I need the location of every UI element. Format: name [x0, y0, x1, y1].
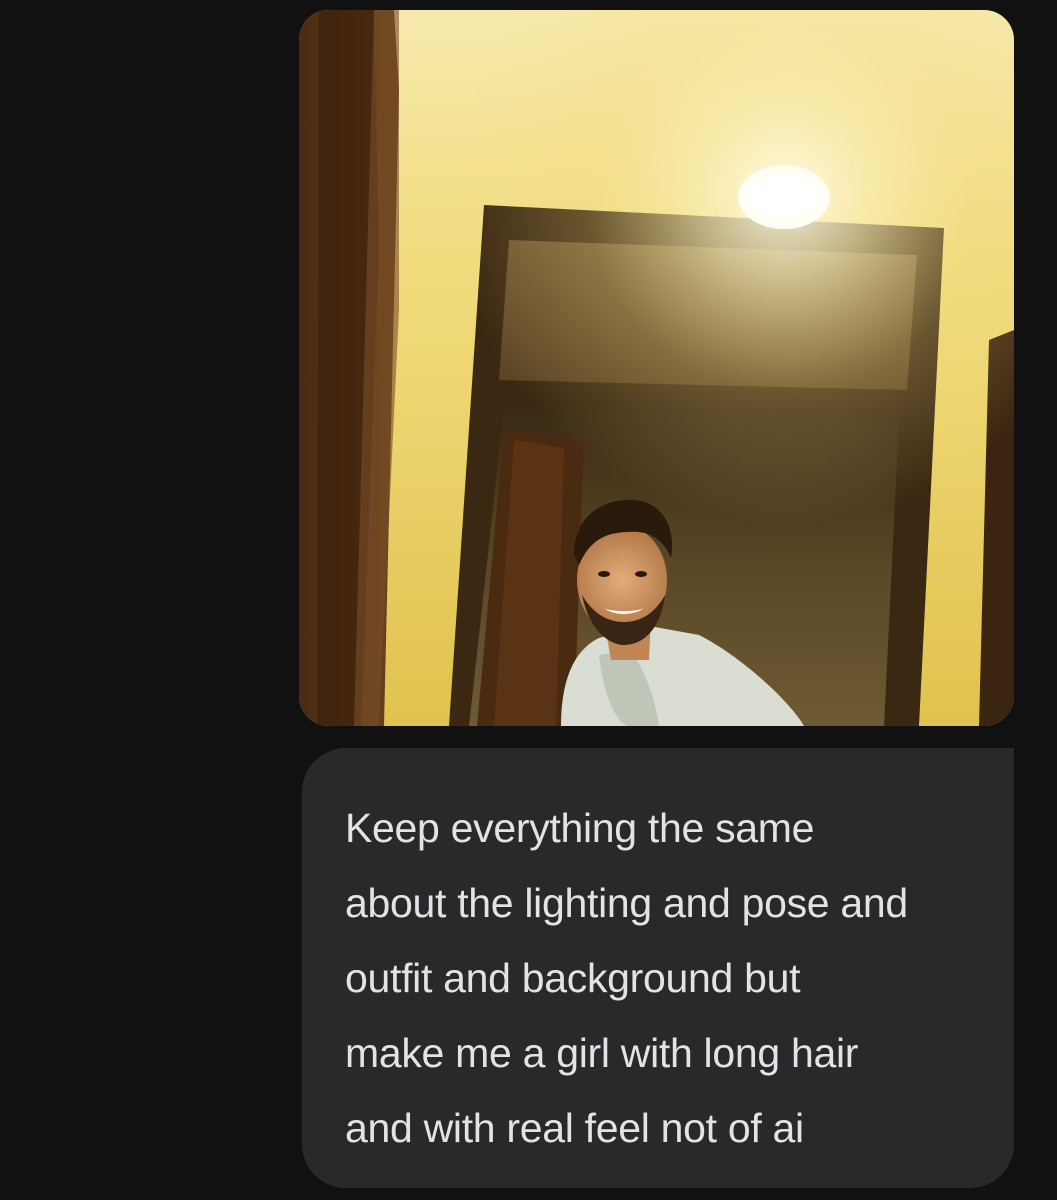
chat-thread: Keep everything the same about the light…	[0, 0, 1057, 1200]
photo-image	[299, 10, 1014, 726]
message-text-line: and with real feel not of ai	[345, 1105, 804, 1151]
message-text-line: outfit and background but	[345, 955, 801, 1001]
user-photo-attachment[interactable]	[299, 10, 1014, 726]
message-text-line: Keep everything the same	[345, 805, 815, 851]
message-text-line: make me a girl with long hair	[345, 1030, 859, 1076]
user-message-bubble: Keep everything the same about the light…	[302, 748, 1014, 1188]
message-text-line: about the lighting and pose and	[345, 880, 908, 926]
